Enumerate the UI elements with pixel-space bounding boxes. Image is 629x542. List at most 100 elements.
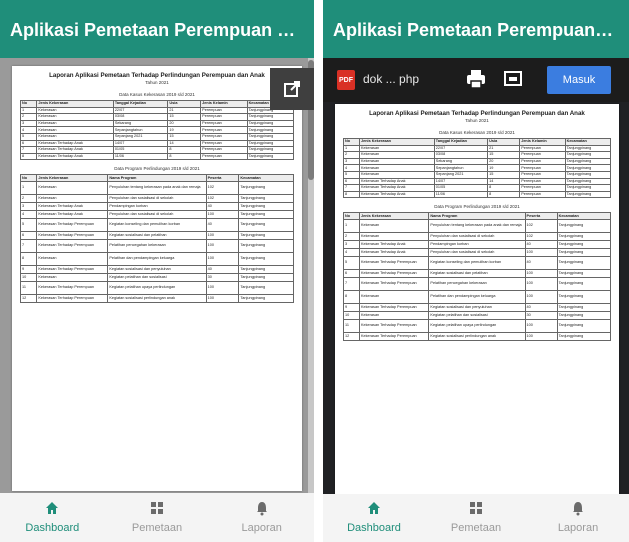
table-cell: 102 <box>524 231 558 241</box>
table-cell: Tanjungpinang <box>246 152 295 161</box>
nav-pemetaan[interactable]: Pemetaan <box>105 494 210 542</box>
table-row: 5 Kekerasan Terhadap Perempuan Kegiatan ko… <box>342 255 612 270</box>
table-cell: 3 <box>19 119 38 128</box>
table-cell: 100 <box>205 209 240 219</box>
nav-dashboard[interactable]: Dashboard <box>323 494 425 542</box>
table-cell: Kekerasan Terhadap Perempuan <box>36 217 109 232</box>
table-cell: 1 <box>342 218 361 233</box>
table-row: 9 Kekerasan Terhadap Perempuan Kegiatan so… <box>19 264 294 274</box>
document-title: Laporan Aplikasi Pemetaan Terhadap Perli… <box>369 110 585 117</box>
nav-laporan[interactable]: Laporan <box>527 494 629 542</box>
document-content: Laporan Aplikasi Pemetaan Terhadap Perli… <box>19 72 295 303</box>
table-cell: 10 <box>19 272 38 282</box>
document-page: Laporan Aplikasi Pemetaan Terhadap Perli… <box>335 104 619 496</box>
table-cell: Tanjungpinang <box>564 170 612 179</box>
table-cell: 11 <box>19 280 38 295</box>
table-cell: 8 <box>167 152 202 161</box>
table-cell: Pelatihan pencegahan kekerasan <box>107 238 207 253</box>
table-cell: Tanjungpinang <box>556 318 612 333</box>
table-cell: Tanjungpinang <box>238 193 294 203</box>
table-cell: Tanjungpinang <box>238 280 294 295</box>
table-cell: Kekerasan <box>359 164 435 172</box>
table-cell: 40 <box>524 255 558 270</box>
section2-caption: Data Program Perlindungan 2019 s/d 2021 <box>114 166 200 172</box>
document-viewer[interactable]: Laporan Aplikasi Pemetaan Terhadap Perli… <box>0 58 314 493</box>
document-content: Laporan Aplikasi Pemetaan Terhadap Perli… <box>342 110 612 341</box>
table-cell: 14/07 <box>433 177 489 186</box>
bell-icon <box>256 502 267 516</box>
table-cell: Tanjungpinang <box>238 201 294 211</box>
table-cell: 9 <box>19 264 38 274</box>
table-cell: 8 <box>342 289 361 304</box>
open-in-new-button[interactable] <box>270 68 314 110</box>
printer-icon[interactable] <box>465 69 487 89</box>
table-row: 1 Kekerasan Penyuluhan tentang kekerasan p… <box>342 218 612 233</box>
table-cell: 15 <box>167 113 202 121</box>
table-cell: 4 <box>19 209 38 219</box>
pdf-viewer[interactable]: PDF dok ... php Masuk Laporan Aplikasi P… <box>323 58 629 498</box>
table-cell: Kekerasan <box>36 251 109 266</box>
table-row: 10 Kekerasan Kegiatan pelatihan dan sosial… <box>19 272 294 282</box>
table-cell: 40 <box>524 302 558 312</box>
table-cell: Kegiatan sosialisasi perlindungan anak <box>107 293 207 303</box>
table-cell: Tanjungpinang <box>564 177 612 186</box>
table-cell: Tanjungpinang <box>238 217 294 232</box>
table-cell: 5 <box>342 170 361 179</box>
table-row: 7 Kekerasan Terhadap Perempuan Pelatihan p… <box>19 238 294 253</box>
table-cell: Kekerasan Terhadap Perempuan <box>359 318 430 333</box>
table-cell: Kekerasan Terhadap Perempuan <box>36 238 109 253</box>
table-row: 7 Kekerasan Terhadap Anak 01/05 8 Perempuan T… <box>342 184 612 192</box>
table-cell: Tanjungpinang <box>238 264 294 274</box>
table-cell: 15 <box>487 170 521 179</box>
login-button[interactable]: Masuk <box>547 66 611 94</box>
document-subtitle: Tahun 2021 <box>465 118 489 123</box>
table-cell: 20 <box>167 119 202 128</box>
table-cell: 6 <box>19 139 38 148</box>
table-cell: 11/06 <box>433 190 489 199</box>
left-screen: Aplikasi Pemetaan Perempuan da... Lapora… <box>0 0 314 542</box>
table-cell: Tanjungpinang <box>238 251 294 266</box>
table-cell: 6 <box>19 230 38 240</box>
table-cell: Kekerasan <box>36 126 114 134</box>
table-row: 12 Kekerasan Terhadap Perempuan Kegiatan s… <box>19 293 294 303</box>
table-cell: 14 <box>167 139 202 148</box>
table-cell: Perempuan <box>200 113 248 121</box>
table-cell: 12 <box>342 331 361 341</box>
table-cell: Perempuan <box>519 164 566 172</box>
table-cell: Kekerasan Terhadap Anak <box>36 209 109 219</box>
table-header-cell: Jenis Kekerasan <box>359 212 430 220</box>
table-row: 6 Kekerasan Terhadap Perempuan Kegiatan so… <box>342 268 612 278</box>
table-cell: Perempuan <box>200 132 248 141</box>
table-cell: Tanjungpinang <box>564 151 612 159</box>
table-cell: Kekerasan Terhadap Perempuan <box>359 255 430 270</box>
table-cell: Perempuan <box>200 146 248 154</box>
table-cell: Perempuan <box>200 139 248 148</box>
table-cell: Penyuluhan dan sosialisasi di sekolah <box>428 231 526 241</box>
table-cell: 21 <box>487 144 521 153</box>
table-row: 6 Kekerasan Terhadap Anak 14/07 14 Perempuan… <box>19 139 295 148</box>
table-cell: Kegiatan pelatihan upaya perlindungan <box>107 280 207 295</box>
table-row: 10 Kekerasan Kegiatan pelatihan dan sosial… <box>342 310 612 320</box>
home-icon <box>46 502 59 514</box>
table-header-row: No Jenis Kekerasan Nama Program Peserta Keca… <box>19 174 294 182</box>
nav-dashboard[interactable]: Dashboard <box>0 494 105 542</box>
nav-laporan[interactable]: Laporan <box>209 494 314 542</box>
pdf-file-name: dok ... php <box>363 72 420 86</box>
table-row: 8 Kekerasan Pelatihan dan pendampingan kel… <box>342 289 612 304</box>
table-cell: Perempuan <box>200 126 248 134</box>
table-cell: 4 <box>342 164 361 172</box>
table-cell: 5 <box>342 255 361 270</box>
table-cell: Tanjungpinang <box>246 139 295 148</box>
table-cell: 03/08 <box>433 151 489 159</box>
table-row: 3 Kekerasan Terhadap Anak Pendampingan kor… <box>342 239 612 249</box>
nav-pemetaan[interactable]: Pemetaan <box>425 494 527 542</box>
table-cell: 5 <box>19 132 38 141</box>
table-cell: Kegiatan sosialisasi dan penyuluhan <box>428 302 526 312</box>
table-cell: 100 <box>205 251 240 266</box>
table-header-cell: Kecamatan <box>564 138 612 146</box>
present-icon[interactable] <box>503 70 523 88</box>
program-table: No Jenis Kekerasan Nama Program Peserta Keca… <box>19 174 294 303</box>
table-cell: Pelatihan pencegahan kekerasan <box>428 276 526 291</box>
section1-caption: Data Kasus Kekerasan 2019 s/d 2021 <box>439 130 515 135</box>
table-cell: Sepanjang 2021 <box>112 132 169 141</box>
